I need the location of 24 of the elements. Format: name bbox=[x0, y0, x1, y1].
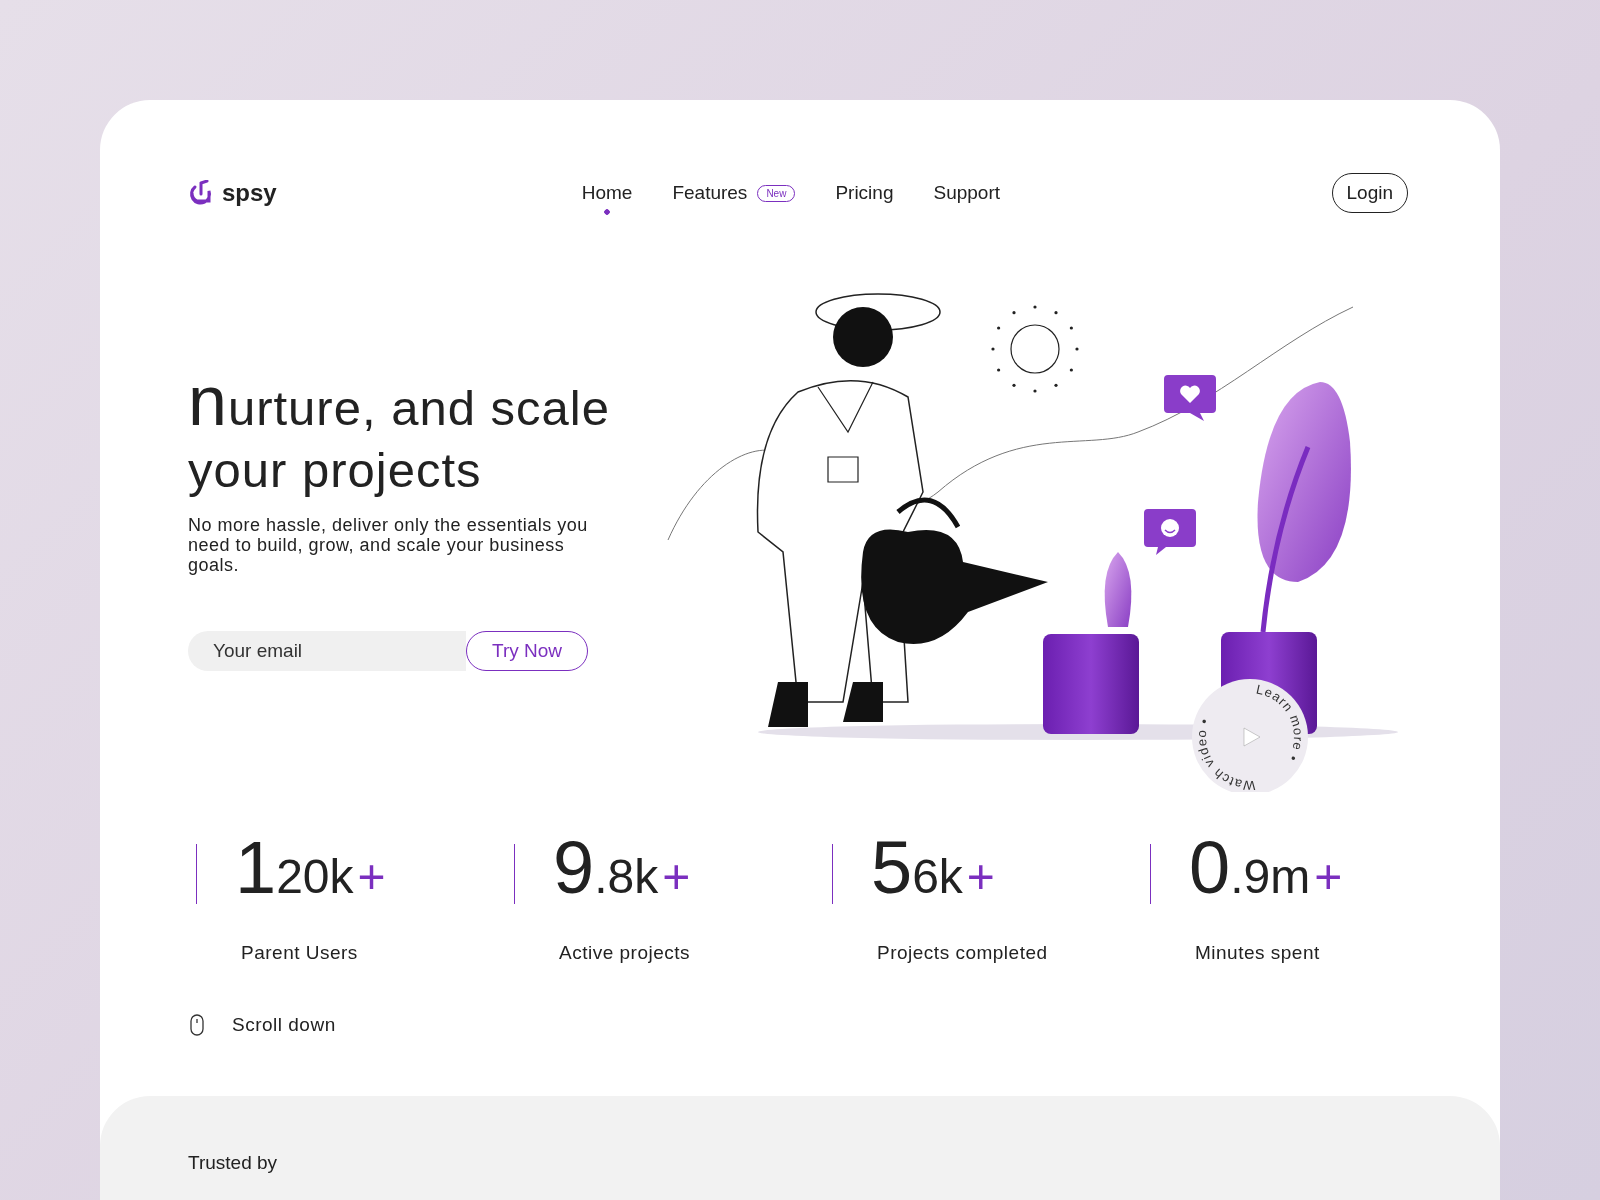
hero-description: No more hassle, deliver only the essentials you need to build, grow, and scale your business goals. bbox=[188, 515, 589, 575]
scroll-down-link[interactable]: Scroll down bbox=[232, 1014, 336, 1036]
heart-bubble-icon bbox=[1164, 375, 1216, 421]
stat-value: 9.8k+ bbox=[553, 838, 692, 907]
stat-value: 56k+ bbox=[871, 838, 996, 907]
nav-link[interactable]: Pricing bbox=[835, 170, 894, 216]
email-field[interactable]: Your email bbox=[188, 631, 466, 671]
logo-icon bbox=[188, 180, 214, 206]
stat-label: Active projects bbox=[559, 942, 691, 964]
mouse-icon bbox=[190, 1014, 204, 1036]
stat-label: Projects completed bbox=[877, 942, 1048, 964]
hero-heading: nurture, and scale your projects bbox=[188, 370, 611, 499]
stat-label: Parent Users bbox=[241, 942, 358, 964]
stat-value: 0.9m+ bbox=[1189, 838, 1344, 907]
nav-link[interactable]: Features bbox=[672, 170, 748, 216]
nav-link[interactable]: Support bbox=[933, 170, 1000, 216]
login-button[interactable]: Login bbox=[1331, 173, 1408, 213]
stat-label: Minutes spent bbox=[1195, 942, 1320, 964]
trusted-by-label: Trusted by bbox=[188, 1152, 278, 1173]
stat-value: 120k+ bbox=[235, 838, 387, 907]
brand-name[interactable]: spsy bbox=[222, 179, 277, 207]
watch-video-button[interactable] bbox=[1192, 679, 1308, 792]
try-now-button[interactable]: Try Now bbox=[466, 631, 588, 671]
smiley-bubble-icon bbox=[1144, 509, 1196, 555]
